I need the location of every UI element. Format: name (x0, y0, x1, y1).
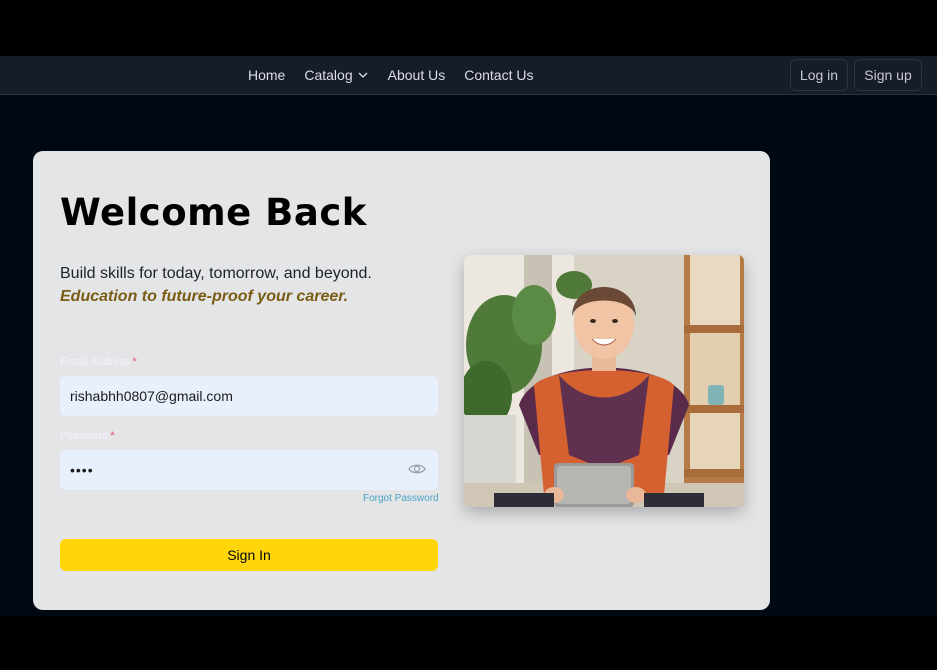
password-label-text: Password (60, 430, 109, 442)
nav-links: Home Catalog About Us Contact Us (248, 56, 552, 94)
password-field[interactable]: •••• (60, 450, 438, 490)
student-photo (464, 255, 744, 507)
nav-link-label: Contact Us (464, 67, 534, 83)
nav-link-catalog[interactable]: Catalog (304, 67, 368, 83)
nav-link-contact[interactable]: Contact Us (464, 67, 533, 83)
login-button[interactable]: Log in (790, 59, 848, 91)
email-field[interactable]: rishabhh0807@gmail.com (60, 376, 438, 416)
eye-icon[interactable] (408, 462, 426, 476)
email-label: Email Address * (60, 356, 137, 368)
email-value: rishabhh0807@gmail.com (70, 388, 233, 404)
login-card: Welcome Back Build skills for today, tom… (33, 151, 770, 610)
app-root: Home Catalog About Us Contact Us Log in … (0, 56, 937, 616)
letterbox-top (0, 0, 937, 56)
nav-link-label: Home (248, 67, 286, 83)
password-value: •••• (70, 462, 94, 478)
email-label-text: Email Address (60, 356, 131, 368)
page-title: Welcome Back (60, 191, 367, 234)
letterbox-bottom (0, 616, 937, 670)
tagline: Education to future-proof your career. (60, 288, 349, 305)
chevron-down-icon (358, 72, 368, 78)
nav-link-label: Catalog (304, 67, 353, 83)
sign-in-button[interactable]: Sign In (60, 539, 438, 571)
nav-link-label: About Us (387, 67, 446, 83)
nav-link-about[interactable]: About Us (388, 67, 446, 83)
required-mark: * (132, 356, 137, 368)
nav-link-home[interactable]: Home (248, 67, 285, 83)
forgot-password-link[interactable]: Forgot Password (363, 493, 439, 504)
signup-button[interactable]: Sign up (854, 59, 922, 91)
navbar: Home Catalog About Us Contact Us Log in … (0, 56, 937, 95)
required-mark: * (110, 430, 115, 442)
password-label: Password * (60, 430, 115, 442)
subtitle: Build skills for today, tomorrow, and be… (60, 265, 372, 282)
